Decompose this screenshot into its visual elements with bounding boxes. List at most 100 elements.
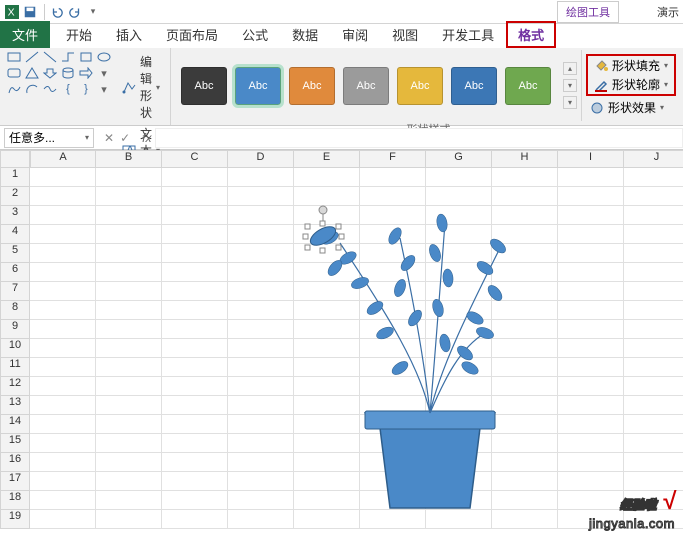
cell[interactable]	[162, 168, 228, 187]
cell[interactable]	[426, 282, 492, 301]
cell[interactable]	[162, 244, 228, 263]
tab-data[interactable]: 数据	[280, 21, 330, 48]
cell[interactable]	[492, 472, 558, 491]
cell[interactable]	[426, 206, 492, 225]
worksheet-grid[interactable]: ABCDEFGHIJ 12345678910111213141516171819	[0, 150, 683, 530]
cell[interactable]	[558, 415, 624, 434]
cell[interactable]	[294, 377, 360, 396]
shape-curve-icon[interactable]	[42, 82, 58, 96]
cell[interactable]	[30, 358, 96, 377]
col-head[interactable]: H	[492, 150, 558, 168]
shape-more-caret-icon[interactable]: ▾	[96, 66, 112, 80]
cell[interactable]	[294, 225, 360, 244]
shape-oval-icon[interactable]	[96, 50, 112, 64]
cell[interactable]	[96, 225, 162, 244]
cell[interactable]	[558, 453, 624, 472]
cell[interactable]	[558, 168, 624, 187]
shape-line-icon[interactable]	[24, 50, 40, 64]
row-head[interactable]: 17	[0, 472, 30, 491]
cell[interactable]	[558, 320, 624, 339]
cell[interactable]	[426, 377, 492, 396]
cell[interactable]	[294, 320, 360, 339]
shape-line2-icon[interactable]	[42, 50, 58, 64]
cell[interactable]	[624, 206, 683, 225]
cell[interactable]	[96, 415, 162, 434]
cell[interactable]	[162, 510, 228, 529]
cell[interactable]	[228, 491, 294, 510]
style-swatch-blue-selected[interactable]: Abc	[235, 67, 281, 105]
cell[interactable]	[294, 491, 360, 510]
cell[interactable]	[96, 434, 162, 453]
cell[interactable]	[360, 453, 426, 472]
cell[interactable]	[492, 396, 558, 415]
cell[interactable]	[162, 491, 228, 510]
cell[interactable]	[294, 472, 360, 491]
redo-icon[interactable]	[67, 4, 83, 20]
cell[interactable]	[30, 320, 96, 339]
cell[interactable]	[162, 263, 228, 282]
cell[interactable]	[558, 377, 624, 396]
cell[interactable]	[294, 187, 360, 206]
style-gallery-scroll[interactable]: ▴▾▾	[563, 62, 577, 109]
cell[interactable]	[360, 358, 426, 377]
cell[interactable]	[624, 377, 683, 396]
cell[interactable]	[162, 225, 228, 244]
cell[interactable]	[492, 453, 558, 472]
cell[interactable]	[426, 396, 492, 415]
cell[interactable]	[624, 225, 683, 244]
cell[interactable]	[558, 244, 624, 263]
cell[interactable]	[558, 206, 624, 225]
cell[interactable]	[294, 282, 360, 301]
cell[interactable]	[360, 396, 426, 415]
cell[interactable]	[492, 434, 558, 453]
cell[interactable]	[426, 320, 492, 339]
row-head[interactable]: 5	[0, 244, 30, 263]
cell[interactable]	[360, 206, 426, 225]
cell[interactable]	[426, 453, 492, 472]
cell[interactable]	[96, 510, 162, 529]
cell[interactable]	[30, 225, 96, 244]
cell[interactable]	[228, 510, 294, 529]
scroll-down-icon[interactable]: ▾	[563, 79, 577, 92]
tab-developer[interactable]: 开发工具	[430, 21, 506, 48]
row-head[interactable]: 11	[0, 358, 30, 377]
cell[interactable]	[96, 491, 162, 510]
cell[interactable]	[492, 339, 558, 358]
cell[interactable]	[162, 377, 228, 396]
shape-rect-icon[interactable]	[6, 50, 22, 64]
cell[interactable]	[96, 301, 162, 320]
row-head[interactable]: 18	[0, 491, 30, 510]
cell[interactable]	[426, 244, 492, 263]
cell[interactable]	[162, 282, 228, 301]
row-head[interactable]: 16	[0, 453, 30, 472]
col-head[interactable]: G	[426, 150, 492, 168]
tab-page-layout[interactable]: 页面布局	[154, 21, 230, 48]
qat-customize-icon[interactable]: ▾	[85, 4, 101, 20]
shape-brace-l-icon[interactable]: {	[60, 82, 76, 96]
cell[interactable]	[624, 434, 683, 453]
cell[interactable]	[30, 396, 96, 415]
cell[interactable]	[360, 339, 426, 358]
cell[interactable]	[360, 415, 426, 434]
cell[interactable]	[228, 225, 294, 244]
cell[interactable]	[492, 491, 558, 510]
cancel-icon[interactable]: ✕	[104, 131, 114, 145]
cell[interactable]	[360, 491, 426, 510]
gallery-expand-icon[interactable]: ▾	[563, 96, 577, 109]
cell[interactable]	[294, 301, 360, 320]
cell[interactable]	[624, 168, 683, 187]
cell[interactable]	[624, 415, 683, 434]
style-swatch-darkblue[interactable]: Abc	[451, 67, 497, 105]
cell[interactable]	[492, 377, 558, 396]
cell[interactable]	[294, 244, 360, 263]
style-swatch-gray[interactable]: Abc	[343, 67, 389, 105]
cell[interactable]	[228, 320, 294, 339]
cell[interactable]	[426, 472, 492, 491]
shape-brace-r-icon[interactable]: }	[78, 82, 94, 96]
row-headers[interactable]: 12345678910111213141516171819	[0, 168, 30, 529]
cell[interactable]	[294, 434, 360, 453]
cell[interactable]	[96, 358, 162, 377]
cell[interactable]	[228, 434, 294, 453]
cell[interactable]	[492, 301, 558, 320]
cell[interactable]	[624, 320, 683, 339]
